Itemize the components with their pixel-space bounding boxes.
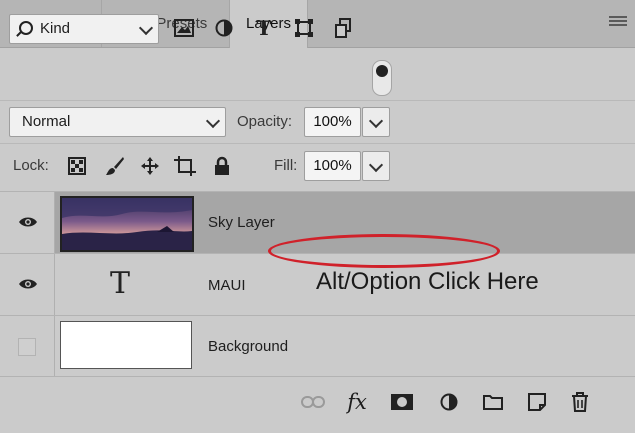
- lock-image-pixels-icon[interactable]: [102, 153, 128, 179]
- filter-row: [0, 48, 635, 100]
- shape-filter-icon[interactable]: [291, 15, 317, 41]
- adjustment-filter-icon[interactable]: [211, 15, 237, 41]
- lock-label: Lock:: [13, 157, 49, 174]
- panel-menu-icon[interactable]: [609, 16, 627, 30]
- layer-name-sky[interactable]: Sky Layer: [208, 214, 275, 231]
- text-layer-icon[interactable]: T: [110, 266, 130, 301]
- chevron-down-icon: [368, 157, 384, 173]
- search-icon: [19, 21, 33, 35]
- fill-input[interactable]: 100%: [304, 151, 361, 181]
- layer-thumbnail-background[interactable]: [60, 321, 192, 369]
- lock-position-icon[interactable]: [137, 153, 163, 179]
- visibility-toggle-empty[interactable]: [18, 338, 36, 356]
- new-group-icon[interactable]: [480, 390, 506, 414]
- chevron-down-icon: [368, 113, 384, 129]
- annotation-text: Alt/Option Click Here: [316, 268, 539, 295]
- visibility-column: [0, 254, 55, 316]
- visibility-column: [0, 192, 55, 254]
- filter-toggle[interactable]: [372, 60, 392, 96]
- visibility-column: [0, 316, 55, 378]
- smart-object-filter-icon[interactable]: [331, 15, 357, 41]
- filter-kind-select[interactable]: Kind: [9, 14, 159, 44]
- blend-mode-value: Normal: [22, 113, 71, 130]
- layer-row-background[interactable]: Background: [0, 315, 635, 378]
- filter-kind-value: Kind: [40, 20, 71, 37]
- annotation-ellipse: [268, 234, 500, 268]
- fx-icon[interactable]: fx: [344, 390, 370, 414]
- eye-icon[interactable]: [18, 278, 38, 290]
- type-filter-icon[interactable]: T: [251, 15, 277, 41]
- eye-icon[interactable]: [18, 216, 38, 228]
- layer-thumbnail-sky[interactable]: [60, 196, 194, 252]
- new-layer-icon[interactable]: [524, 390, 550, 414]
- fill-dropdown-button[interactable]: [362, 151, 390, 181]
- chevron-down-icon: [205, 113, 221, 129]
- toggle-knob: [376, 65, 388, 77]
- link-layers-icon[interactable]: [300, 390, 326, 414]
- layer-name-maui[interactable]: MAUI: [208, 277, 246, 294]
- lock-transparent-pixels-icon[interactable]: [64, 153, 90, 179]
- lock-all-icon[interactable]: [209, 153, 235, 179]
- add-mask-icon[interactable]: [389, 390, 415, 414]
- image-filter-icon[interactable]: [171, 15, 197, 41]
- opacity-label: Opacity:: [237, 113, 293, 130]
- adjustment-layer-icon[interactable]: [436, 390, 462, 414]
- chevron-down-icon: [138, 20, 154, 36]
- layer-name-background[interactable]: Background: [208, 338, 288, 355]
- delete-icon[interactable]: [567, 390, 593, 414]
- blend-mode-select[interactable]: Normal: [9, 107, 226, 137]
- layers-panel: Channels Tool Presets Layers Kind T Norm…: [0, 0, 635, 433]
- lock-artboard-icon[interactable]: [172, 153, 198, 179]
- opacity-dropdown-button[interactable]: [362, 107, 390, 137]
- opacity-input[interactable]: 100%: [304, 107, 361, 137]
- fill-label: Fill:: [274, 157, 298, 174]
